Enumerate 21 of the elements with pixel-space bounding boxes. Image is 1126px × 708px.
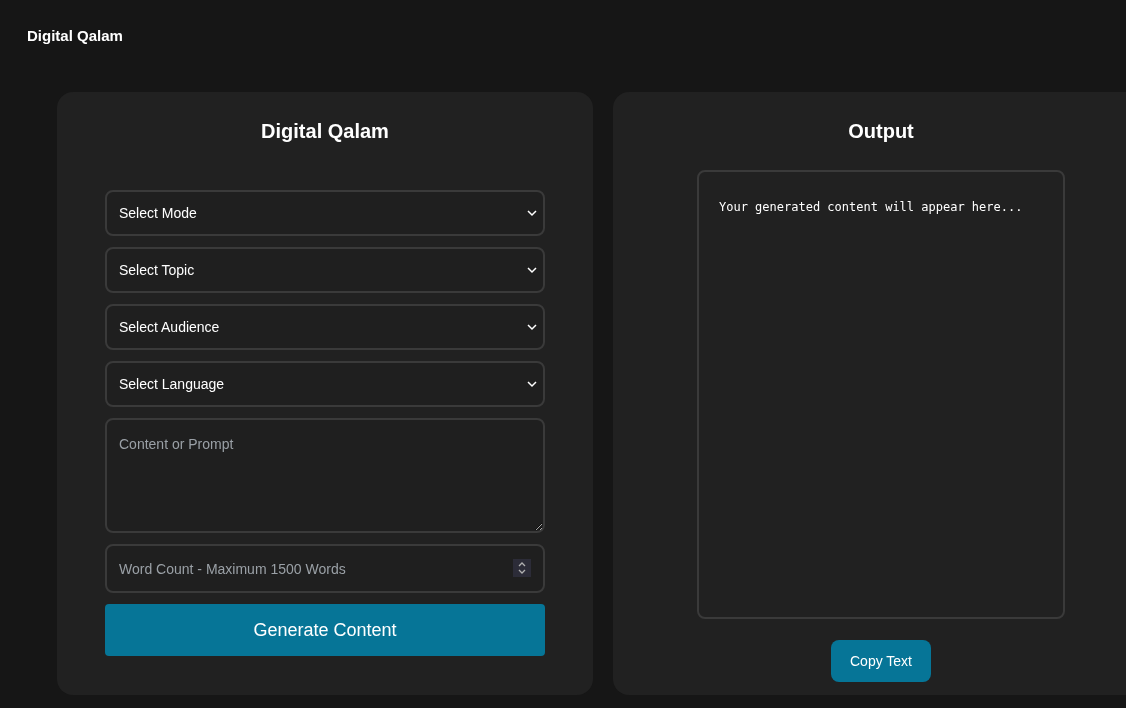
word-count-field[interactable]: Word Count - Maximum 1500 Words — [105, 544, 545, 593]
app-title: Digital Qalam — [27, 26, 123, 46]
prompt-field[interactable]: Content or Prompt — [105, 418, 545, 533]
dropdown-label: Select Language — [119, 374, 225, 394]
dropdown-label: Select Topic — [119, 260, 195, 280]
dropdown-field[interactable]: Select Language — [105, 361, 545, 407]
dropdown-field[interactable]: Select Mode — [105, 190, 545, 236]
copy-button[interactable]: Copy Text — [831, 640, 931, 682]
output-title: Output — [848, 119, 914, 144]
chevron-down-icon — [527, 323, 537, 331]
spinner-icon[interactable] — [513, 559, 531, 577]
dropdown-field[interactable]: Select Audience — [105, 304, 545, 350]
dropdown-label: Select Mode — [119, 203, 197, 223]
chevron-down-icon — [527, 266, 537, 274]
form-title: Digital Qalam — [261, 119, 389, 144]
generate-button[interactable]: Generate Content — [105, 604, 545, 656]
chevron-down-icon — [527, 380, 537, 388]
dropdown-field[interactable]: Select Topic — [105, 247, 545, 293]
output-text: Your generated content will appear here... — [719, 199, 1023, 216]
chevron-down-icon — [527, 209, 537, 217]
dropdown-label: Select Audience — [119, 317, 220, 337]
